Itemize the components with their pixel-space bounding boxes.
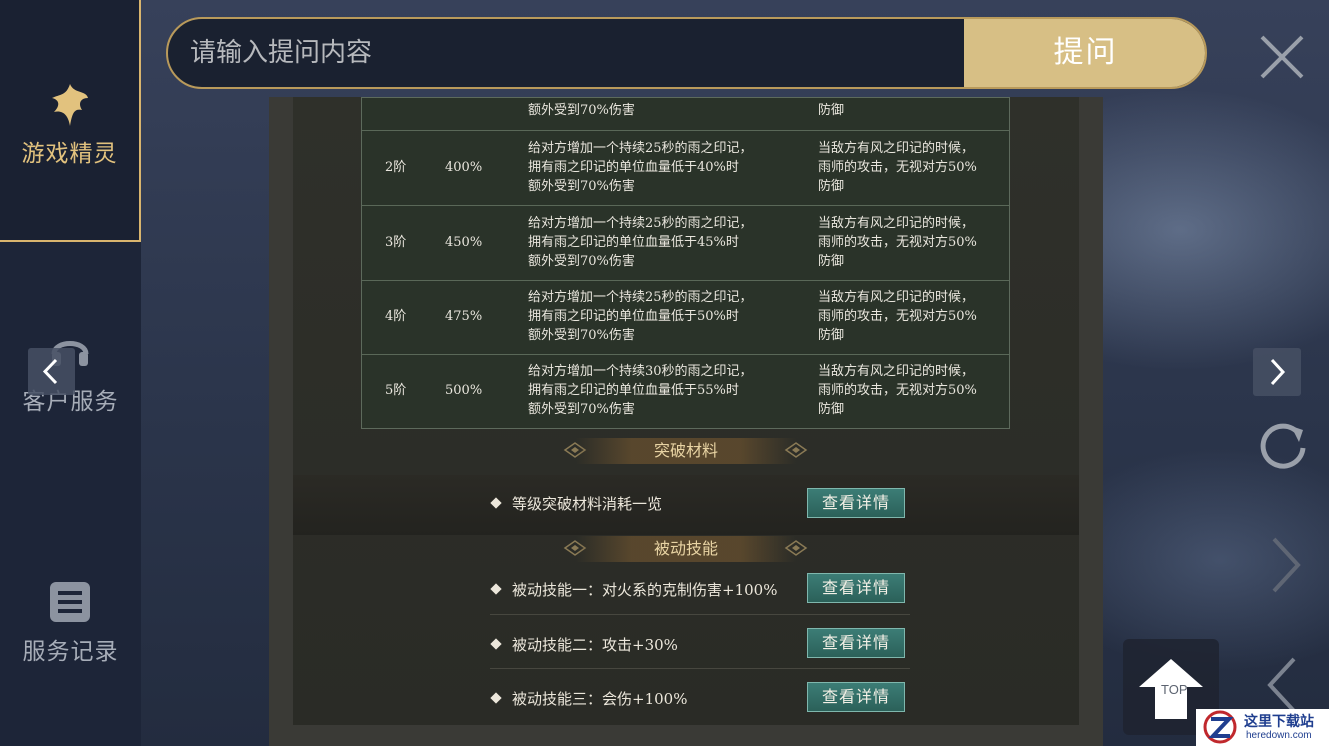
table-cell-stage: 4阶 xyxy=(385,309,407,324)
table-cell-stage: 3阶 xyxy=(385,235,407,250)
list-item: 等级突破材料消耗一览 xyxy=(490,493,663,514)
table-cell-effect-line: 给对方增加一个持续25秒的雨之印记， xyxy=(528,216,753,231)
next-page-button[interactable] xyxy=(1253,348,1301,396)
diamond-bullet-icon xyxy=(490,692,502,704)
table-cell-extra-line: 雨师的攻击，无视对方50% xyxy=(818,383,977,398)
watermark: 这里下载站 heredown.com xyxy=(1196,709,1329,746)
sidebar-item-service-records[interactable]: 服务记录 xyxy=(0,580,141,670)
table-cell-extra-line: 当敌方有风之印记的时候， xyxy=(818,216,975,231)
divider xyxy=(490,668,910,669)
table-row: 5阶 500% 给对方增加一个持续30秒的雨之印记， 拥有雨之印记的单位血量低于… xyxy=(362,354,1009,429)
table-row: 4阶 475% 给对方增加一个持续25秒的雨之印记， 拥有雨之印记的单位血量低于… xyxy=(362,280,1009,355)
table-cell-extra-line: 雨师的攻击，无视对方50% xyxy=(818,160,977,175)
table-cell-extra-line: 当敌方有风之印记的时候， xyxy=(818,141,975,156)
ornament-icon xyxy=(784,442,808,458)
ornament-icon xyxy=(784,540,808,556)
sidebar-item-label: 服务记录 xyxy=(22,639,119,665)
close-icon xyxy=(1260,35,1304,79)
list-icon xyxy=(50,582,90,622)
list-item: 被动技能一：对火系的克制伤害+100% xyxy=(490,579,778,600)
table-cell-stage: 5阶 xyxy=(385,383,407,398)
watermark-text: 这里下载站 xyxy=(1244,714,1314,730)
refresh-button[interactable] xyxy=(1255,418,1311,474)
sidebar-item-label: 游戏精灵 xyxy=(21,141,118,167)
forward-button[interactable] xyxy=(1266,535,1306,595)
diamond-bullet-icon xyxy=(490,638,502,650)
section-title-breakthrough: 突破材料 xyxy=(576,438,796,464)
table-cell-effect-line: 拥有雨之印记的单位血量低于55%时 xyxy=(528,383,739,398)
list-item-text: 被动技能三：会伤+100% xyxy=(512,690,688,708)
back-button[interactable] xyxy=(1262,655,1302,715)
chevron-right-icon xyxy=(1270,358,1286,386)
table-cell-effect: 额外受到70%伤害 xyxy=(528,103,635,118)
table-cell-effect-line: 拥有雨之印记的单位血量低于50%时 xyxy=(528,309,739,324)
table-cell-extra-line: 当敌方有风之印记的时候， xyxy=(818,290,975,305)
list-item: 被动技能二：攻击+30% xyxy=(490,634,678,655)
divider xyxy=(490,614,910,615)
diamond-bullet-icon xyxy=(490,497,502,509)
watermark-logo-icon xyxy=(1203,710,1237,744)
table-cell-effect-line: 额外受到70%伤害 xyxy=(528,254,635,269)
table-cell-extra-line: 雨师的攻击，无视对方50% xyxy=(818,309,977,324)
table-cell-effect-line: 给对方增加一个持续30秒的雨之印记， xyxy=(528,364,753,379)
view-details-button[interactable]: 查看详情 xyxy=(807,573,905,603)
table-cell-extra-line: 当敌方有风之印记的时候， xyxy=(818,364,975,379)
ask-button[interactable]: 提问 xyxy=(964,19,1205,87)
view-details-button[interactable]: 查看详情 xyxy=(807,628,905,658)
stage-table: 额外受到70%伤害 防御 2阶 400% 给对方增加一个持续25秒的雨之印记， … xyxy=(361,97,1010,429)
section-title-passive: 被动技能 xyxy=(576,536,796,562)
table-cell-extra-line: 防御 xyxy=(818,254,845,269)
view-details-button[interactable]: 查看详情 xyxy=(807,682,905,712)
view-details-button[interactable]: 查看详情 xyxy=(807,488,905,518)
table-cell-effect-line: 额外受到70%伤害 xyxy=(528,328,635,343)
next-icon xyxy=(1272,537,1301,593)
list-item-text: 被动技能一：对火系的克制伤害+100% xyxy=(512,581,778,599)
table-cell-extra-line: 防御 xyxy=(818,402,845,417)
table-row: 3阶 450% 给对方增加一个持续25秒的雨之印记， 拥有雨之印记的单位血量低于… xyxy=(362,205,1009,281)
table-cell-percent: 400% xyxy=(445,160,483,175)
table-cell-percent: 500% xyxy=(445,383,483,398)
table-cell-effect-line: 拥有雨之印记的单位血量低于45%时 xyxy=(528,235,739,250)
table-cell-extra-line: 防御 xyxy=(818,328,845,343)
table-cell-stage: 2阶 xyxy=(385,160,407,175)
table-cell-effect-line: 额外受到70%伤害 xyxy=(528,179,635,194)
table-cell-percent: 475% xyxy=(445,309,483,324)
top-label: TOP xyxy=(1161,682,1188,697)
watermark-subtext: heredown.com xyxy=(1246,730,1312,741)
table-cell-percent: 450% xyxy=(445,235,483,250)
refresh-icon xyxy=(1260,423,1306,469)
list-item-text: 等级突破材料消耗一览 xyxy=(512,495,663,513)
diamond-bullet-icon xyxy=(490,583,502,595)
search-bar: 提问 xyxy=(166,17,1207,89)
table-cell-extra-line: 防御 xyxy=(818,179,845,194)
table-cell-effect-line: 额外受到70%伤害 xyxy=(528,402,635,417)
prev-icon xyxy=(1267,657,1296,713)
table-cell-extra: 防御 xyxy=(818,103,845,118)
table-cell-effect-line: 给对方增加一个持续25秒的雨之印记， xyxy=(528,141,753,156)
list-item-text: 被动技能二：攻击+30% xyxy=(512,636,678,654)
table-row: 2阶 400% 给对方增加一个持续25秒的雨之印记， 拥有雨之印记的单位血量低于… xyxy=(362,130,1009,206)
sidebar-item-game-fairy[interactable]: 游戏精灵 xyxy=(0,0,141,242)
table-cell-extra-line: 雨师的攻击，无视对方50% xyxy=(818,235,977,250)
list-item: 被动技能三：会伤+100% xyxy=(490,688,688,709)
search-input[interactable] xyxy=(190,19,950,87)
close-button[interactable] xyxy=(1258,33,1306,81)
breakthrough-band xyxy=(293,475,1079,535)
table-cell-effect-line: 拥有雨之印记的单位血量低于40%时 xyxy=(528,160,739,175)
prev-page-button[interactable] xyxy=(28,348,75,395)
fairy-icon xyxy=(52,84,88,126)
table-cell-effect-line: 给对方增加一个持续25秒的雨之印记， xyxy=(528,290,753,305)
chevron-left-icon xyxy=(42,358,58,385)
